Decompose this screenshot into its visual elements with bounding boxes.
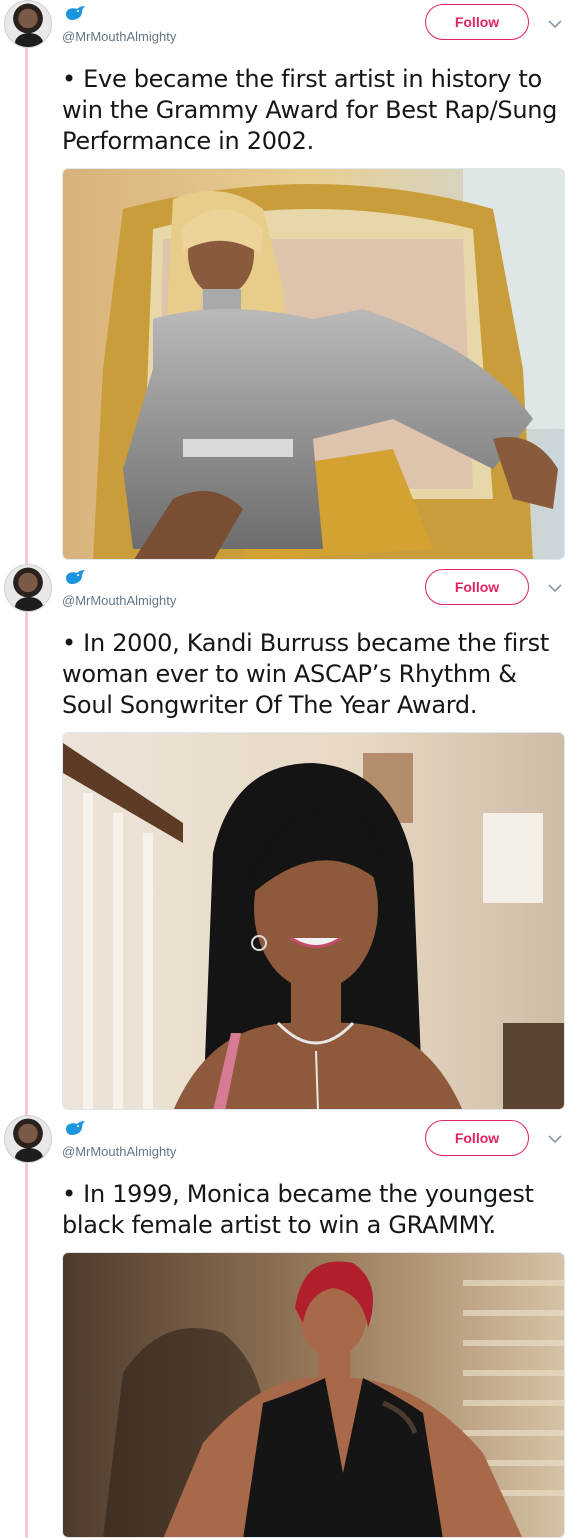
chevron-down-icon[interactable] [546,15,564,33]
tweet-text: • In 2000, Kandi Burruss became the firs… [62,629,549,719]
photo-woman-red-hair-black-top-icon [63,1253,564,1537]
user-handle[interactable]: @MrMouthAlmighty [62,29,176,44]
tweet-photo[interactable] [62,732,565,1110]
photo-woman-long-black-hair-icon [63,733,564,1109]
tweet-text: • Eve became the first artist in history… [62,65,558,155]
avatar[interactable] [4,1115,52,1163]
tweet-1: @MrMouthAlmighty Follow • Eve became the… [0,0,570,562]
bird-icon [66,570,85,584]
bird-icon [66,6,85,20]
user-handle[interactable]: @MrMouthAlmighty [62,1144,176,1159]
user-handle[interactable]: @MrMouthAlmighty [62,593,176,608]
bird-icon [66,1121,85,1135]
chevron-down-icon[interactable] [546,579,564,597]
tweet-photo[interactable] [62,168,565,560]
avatar[interactable] [4,0,52,48]
follow-button[interactable]: Follow [425,4,529,40]
follow-button[interactable]: Follow [425,569,529,605]
photo-woman-blonde-gold-chair-icon [63,169,564,559]
avatar[interactable] [4,564,52,612]
chevron-down-icon[interactable] [546,1130,564,1148]
tweet-2: @MrMouthAlmighty Follow • In 2000, Kandi… [0,564,570,1112]
tweet-text: • In 1999, Monica became the youngest bl… [62,1180,534,1239]
tweet-photo[interactable] [62,1252,565,1538]
follow-button[interactable]: Follow [425,1120,529,1156]
tweet-3: @MrMouthAlmighty Follow • In 1999, Monic… [0,1115,570,1538]
